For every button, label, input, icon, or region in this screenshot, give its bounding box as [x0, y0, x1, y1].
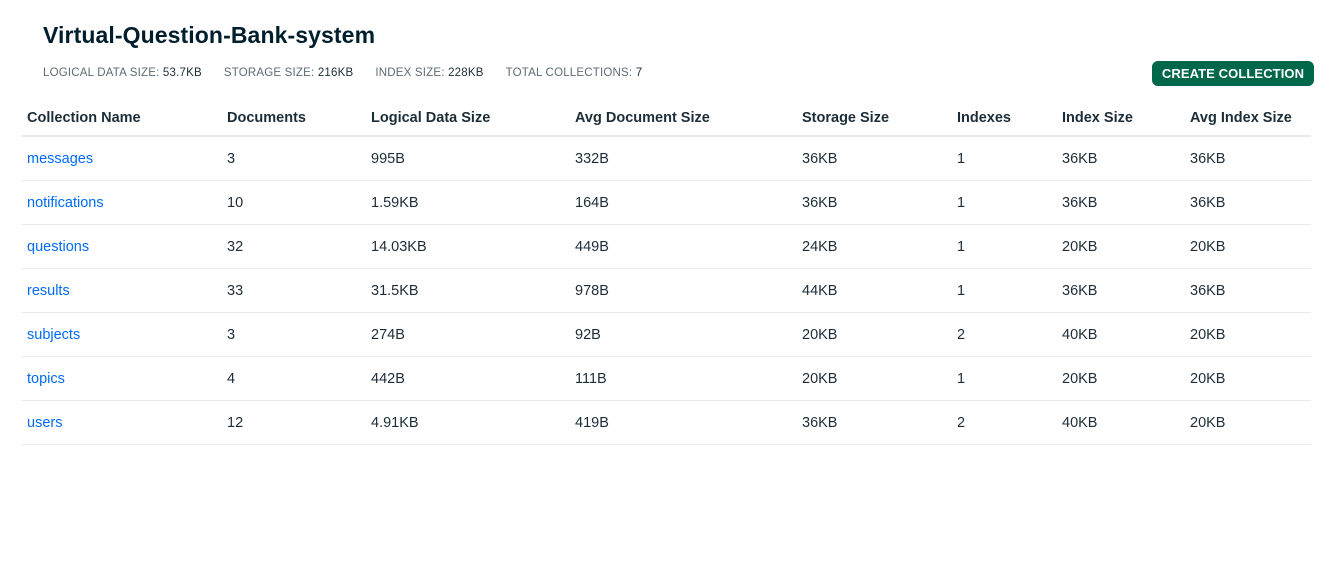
documents-cell: 12	[221, 400, 365, 445]
indexes-cell: 1	[951, 224, 1056, 269]
collection-name-cell: questions	[21, 224, 221, 269]
stat-value: 53.7KB	[162, 67, 202, 79]
indexes-cell: 1	[951, 268, 1056, 313]
storage-size-cell: 36KB	[796, 180, 951, 225]
stat-total-collections: TOTAL COLLECTIONS: 7	[506, 67, 643, 79]
page-title: Virtual-Question-Bank-system	[43, 22, 376, 48]
documents-cell: 3	[221, 136, 365, 181]
column-header-collection-name[interactable]: Collection Name	[21, 101, 221, 137]
documents-cell: 32	[221, 224, 365, 269]
collection-name-cell: topics	[21, 356, 221, 401]
storage-size-cell: 44KB	[796, 268, 951, 313]
database-stats: LOGICAL DATA SIZE: 53.7KB STORAGE SIZE: …	[43, 67, 642, 79]
avg-document-size-cell: 449B	[569, 224, 796, 269]
collection-name-cell: subjects	[21, 312, 221, 357]
index-size-cell: 36KB	[1056, 268, 1184, 313]
avg-index-size-cell: 20KB	[1184, 400, 1311, 445]
collection-link-notifications[interactable]: notifications	[27, 195, 104, 211]
storage-size-cell: 20KB	[796, 312, 951, 357]
index-size-cell: 36KB	[1056, 136, 1184, 181]
collection-name-cell: users	[21, 400, 221, 445]
table-row: notifications 10 1.59KB 164B 36KB 1 36KB…	[21, 180, 1311, 225]
avg-document-size-cell: 419B	[569, 400, 796, 445]
avg-document-size-cell: 111B	[569, 356, 796, 401]
collection-link-topics[interactable]: topics	[27, 371, 65, 387]
collection-name-cell: results	[21, 268, 221, 313]
documents-cell: 10	[221, 180, 365, 225]
table-row: subjects 3 274B 92B 20KB 2 40KB 20KB	[21, 312, 1311, 357]
column-header-avg-document-size[interactable]: Avg Document Size	[569, 101, 796, 137]
avg-index-size-cell: 36KB	[1184, 136, 1311, 181]
column-header-storage-size[interactable]: Storage Size	[796, 101, 951, 137]
indexes-cell: 2	[951, 312, 1056, 357]
column-header-indexes[interactable]: Indexes	[951, 101, 1056, 137]
documents-cell: 4	[221, 356, 365, 401]
column-header-avg-index-size[interactable]: Avg Index Size	[1184, 101, 1311, 137]
table-row: questions 32 14.03KB 449B 24KB 1 20KB 20…	[21, 224, 1311, 269]
stat-index-size: INDEX SIZE: 228KB	[375, 67, 483, 79]
indexes-cell: 1	[951, 356, 1056, 401]
index-size-cell: 20KB	[1056, 356, 1184, 401]
avg-document-size-cell: 332B	[569, 136, 796, 181]
stat-value: 216KB	[317, 67, 354, 79]
column-header-index-size[interactable]: Index Size	[1056, 101, 1184, 137]
column-header-logical-data-size[interactable]: Logical Data Size	[365, 101, 569, 137]
avg-index-size-cell: 20KB	[1184, 356, 1311, 401]
indexes-cell: 1	[951, 180, 1056, 225]
storage-size-cell: 36KB	[796, 136, 951, 181]
avg-document-size-cell: 978B	[569, 268, 796, 313]
avg-index-size-cell: 36KB	[1184, 180, 1311, 225]
logical-data-size-cell: 995B	[365, 136, 569, 181]
storage-size-cell: 20KB	[796, 356, 951, 401]
collections-table: Collection Name Documents Logical Data S…	[21, 101, 1311, 445]
storage-size-cell: 24KB	[796, 224, 951, 269]
logical-data-size-cell: 274B	[365, 312, 569, 357]
indexes-cell: 2	[951, 400, 1056, 445]
stat-label: INDEX SIZE:	[375, 67, 445, 79]
storage-size-cell: 36KB	[796, 400, 951, 445]
collection-link-subjects[interactable]: subjects	[27, 327, 80, 343]
collection-link-users[interactable]: users	[27, 415, 62, 431]
table-row: users 12 4.91KB 419B 36KB 2 40KB 20KB	[21, 400, 1311, 445]
collection-name-cell: notifications	[21, 180, 221, 225]
table-row: results 33 31.5KB 978B 44KB 1 36KB 36KB	[21, 268, 1311, 313]
stat-value: 228KB	[448, 67, 484, 79]
collection-name-cell: messages	[21, 136, 221, 181]
table-header-row: Collection Name Documents Logical Data S…	[21, 101, 1311, 137]
create-collection-button[interactable]: CREATE COLLECTION	[1152, 61, 1314, 86]
stat-label: LOGICAL DATA SIZE:	[43, 67, 160, 79]
stat-label: STORAGE SIZE:	[223, 67, 315, 79]
table-row: messages 3 995B 332B 36KB 1 36KB 36KB	[21, 136, 1311, 181]
avg-index-size-cell: 20KB	[1184, 224, 1311, 269]
logical-data-size-cell: 4.91KB	[365, 400, 569, 445]
avg-index-size-cell: 20KB	[1184, 312, 1311, 357]
collection-link-questions[interactable]: questions	[27, 239, 89, 255]
stat-label: TOTAL COLLECTIONS:	[505, 67, 633, 79]
logical-data-size-cell: 31.5KB	[365, 268, 569, 313]
collection-link-messages[interactable]: messages	[27, 151, 93, 167]
avg-document-size-cell: 164B	[569, 180, 796, 225]
indexes-cell: 1	[951, 136, 1056, 181]
avg-document-size-cell: 92B	[569, 312, 796, 357]
index-size-cell: 40KB	[1056, 312, 1184, 357]
index-size-cell: 40KB	[1056, 400, 1184, 445]
documents-cell: 33	[221, 268, 365, 313]
index-size-cell: 20KB	[1056, 224, 1184, 269]
index-size-cell: 36KB	[1056, 180, 1184, 225]
logical-data-size-cell: 1.59KB	[365, 180, 569, 225]
table-row: topics 4 442B 111B 20KB 1 20KB 20KB	[21, 356, 1311, 401]
avg-index-size-cell: 36KB	[1184, 268, 1311, 313]
collection-link-results[interactable]: results	[27, 283, 70, 299]
stat-value: 7	[635, 67, 643, 79]
logical-data-size-cell: 442B	[365, 356, 569, 401]
stat-logical-data-size: LOGICAL DATA SIZE: 53.7KB	[43, 67, 202, 79]
column-header-documents[interactable]: Documents	[221, 101, 365, 137]
stat-storage-size: STORAGE SIZE: 216KB	[224, 67, 354, 79]
documents-cell: 3	[221, 312, 365, 357]
logical-data-size-cell: 14.03KB	[365, 224, 569, 269]
